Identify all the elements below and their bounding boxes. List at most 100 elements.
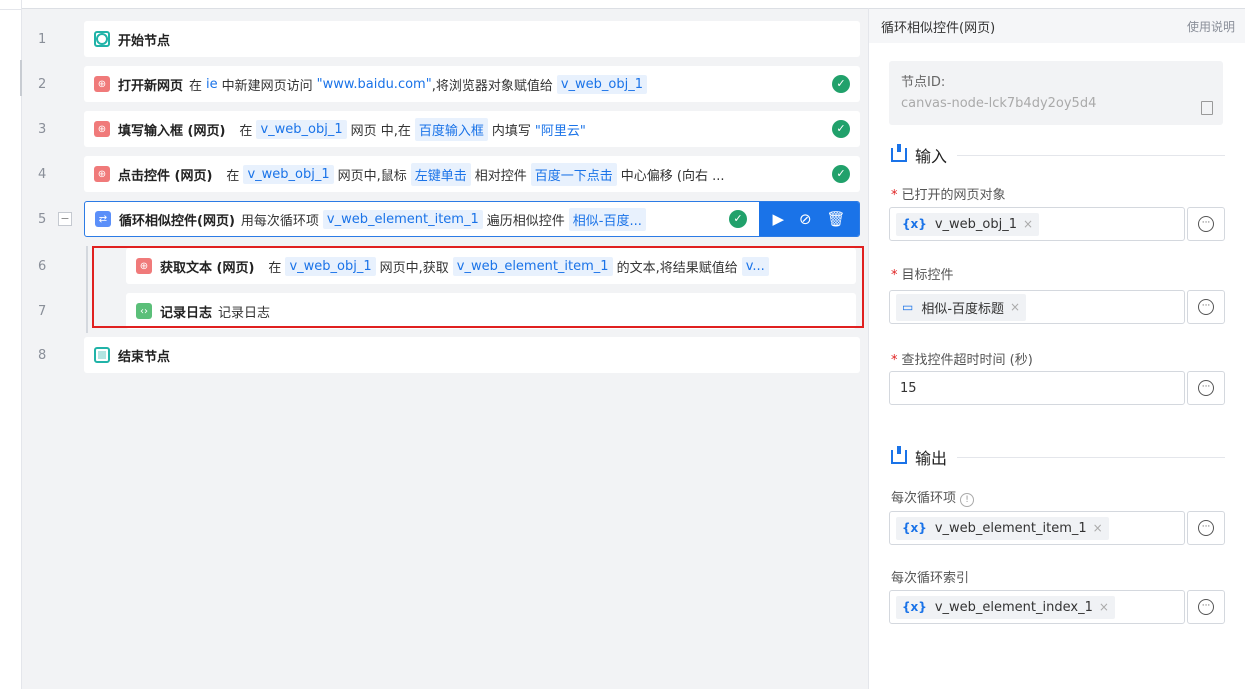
loop-item-field[interactable]: {x} v_web_element_item_1 × [889,511,1185,545]
globe-icon: ⊕ [136,258,152,274]
node-title: 打开新网页 [118,78,184,94]
remove-icon[interactable]: × [1023,217,1033,231]
variable-chip[interactable]: v_web_obj_1 [256,119,347,139]
line-number: 7 [38,303,47,319]
globe-icon: ⊕ [94,76,110,92]
variable-chip[interactable]: v_web_obj_1 [243,164,334,184]
browser-link[interactable]: ie [206,77,218,92]
tag-text: v_web_element_item_1 [934,520,1087,536]
check-icon: ✓ [832,165,850,183]
open-webpage-node-card[interactable]: ⊕ 打开新网页 在 ie 中新建网页访问 "www.baidu.com" ,将浏… [84,66,860,102]
properties-panel: 循环相似控件(网页) 使用说明 节点ID: canvas-node-lck7b4… [868,8,1245,689]
node-text: 网页中,鼠标 [337,168,407,184]
field-label: 每次循环项! [891,487,975,507]
target-element-field[interactable]: ▭ 相似-百度标题 × [889,290,1185,324]
remove-icon[interactable]: × [1099,600,1109,614]
node-text: 网页 中,在 [350,123,411,139]
node-text: 内填写 [491,123,531,139]
remove-icon[interactable]: × [1010,300,1020,314]
tag-text: v_web_obj_1 [934,216,1017,232]
more-icon: ··· [1198,299,1214,315]
panel-title: 循环相似控件(网页) [881,20,996,36]
url-value[interactable]: "www.baidu.com" [317,77,432,92]
check-icon: ✓ [832,75,850,93]
flow-row-5: 5 − ⇄ 循环相似控件(网页) 用每次循环项 v_web_element_it… [22,197,868,241]
delete-icon[interactable]: 🗑 [826,210,845,228]
node-title: 记录日志 [160,305,213,321]
flow-row-8: 8 结束节点 [22,333,868,377]
divider [0,9,22,10]
flow-row-1: 1 开始节点 [22,17,868,61]
more-button[interactable]: ··· [1187,290,1225,324]
click-element-node-card[interactable]: ⊕ 点击控件 (网页) 在 v_web_obj_1 网页中,鼠标 左键单击 相对… [84,156,860,192]
get-text-node-card[interactable]: ⊕ 获取文本 (网页) 在 v_web_obj_1 网页中,获取 v_web_e… [126,248,856,284]
help-link[interactable]: 使用说明 [1187,18,1235,35]
node-text: 在 [189,78,203,94]
click-type-chip[interactable]: 左键单击 [410,162,471,186]
flow-row-3: 3 ⊕ 填写输入框 (网页) 在 v_web_obj_1 网页 中,在 百度输入… [22,107,868,151]
node-text: 在 [226,168,240,184]
label-text: 已打开的网页对象 [901,188,1006,203]
node-id-label: 节点ID: [901,75,946,90]
remove-icon[interactable]: × [1093,521,1103,535]
divider [957,456,1225,458]
node-text: 遍历相似控件 [486,213,565,229]
line-number: 6 [38,258,47,274]
info-icon[interactable]: ! [960,493,975,507]
element-chip[interactable]: 百度输入框 [414,117,488,141]
node-text: ,将浏览器对象赋值给 [431,78,553,94]
timeout-field[interactable]: 15 [889,371,1185,405]
more-icon: ··· [1198,216,1214,232]
loop-index-field[interactable]: {x} v_web_element_index_1 × [889,590,1185,624]
field-label: 每次循环索引 [891,567,969,586]
globe-icon: ⊕ [94,166,110,182]
download-icon [891,144,907,162]
node-text: 的文本,将结果赋值给 [616,260,738,276]
more-icon: ··· [1198,380,1214,396]
element-chip[interactable]: 相似-百度... [568,207,646,231]
copy-icon[interactable] [1201,101,1213,115]
flow-row-4: 4 ⊕ 点击控件 (网页) 在 v_web_obj_1 网页中,鼠标 左键单击 … [22,152,868,196]
input-value[interactable]: "阿里云" [535,120,586,139]
disable-icon[interactable]: ⊘ [799,210,812,228]
run-icon[interactable]: ▶ [772,210,784,228]
loop-elements-node-card[interactable]: ⇄ 循环相似控件(网页) 用每次循环项 v_web_element_item_1… [84,201,860,237]
more-icon: ··· [1198,599,1214,615]
label-text: 每次循环索引 [891,571,970,586]
loop-icon: ⇄ [95,211,111,227]
variable-chip[interactable]: v_web_obj_1 [556,74,647,94]
fill-input-node-card[interactable]: ⊕ 填写输入框 (网页) 在 v_web_obj_1 网页 中,在 百度输入框 … [84,111,860,147]
panel-header: 循环相似控件(网页) 使用说明 [869,9,1245,43]
left-tab-handle[interactable] [0,60,22,96]
required-mark: * [891,188,898,203]
web-obj-field[interactable]: {x} v_web_obj_1 × [889,207,1185,241]
start-node-card[interactable]: 开始节点 [84,21,860,57]
variable-chip[interactable]: v_web_element_item_1 [322,209,483,229]
variable-icon: {x} [902,217,927,231]
field-label: * 查找控件超时时间 (秒) [891,349,1033,368]
input-section-header: 输入 [891,143,1225,167]
more-button[interactable]: ··· [1187,511,1225,545]
variable-chip[interactable]: v_web_element_item_1 [452,256,613,276]
node-text: 相对控件 [474,168,527,184]
node-id-box: 节点ID: canvas-node-lck7b4dy2oy5d4 [889,61,1223,125]
element-chip[interactable]: 百度一下点击 [530,162,617,186]
variable-chip[interactable]: v_web_obj_1 [285,256,376,276]
variable-chip[interactable]: v... [741,256,769,276]
variable-tag: {x} v_web_obj_1 × [896,212,1040,236]
node-title: 循环相似控件(网页) [119,213,235,229]
node-text: 中心偏移 (向右 ... [620,168,725,184]
flow-row-7: 7 ‹› 记录日志 记录日志 [22,289,868,333]
node-title: 结束节点 [118,349,171,365]
more-icon: ··· [1198,520,1214,536]
left-strip [0,0,22,689]
end-node-card[interactable]: 结束节点 [84,337,860,373]
variable-icon: {x} [902,521,927,535]
label-text: 目标控件 [901,268,954,283]
more-button[interactable]: ··· [1187,207,1225,241]
more-button[interactable]: ··· [1187,371,1225,405]
more-button[interactable]: ··· [1187,590,1225,624]
line-number: 1 [38,31,47,47]
collapse-toggle[interactable]: − [58,212,72,226]
log-node-card[interactable]: ‹› 记录日志 记录日志 [126,293,856,329]
